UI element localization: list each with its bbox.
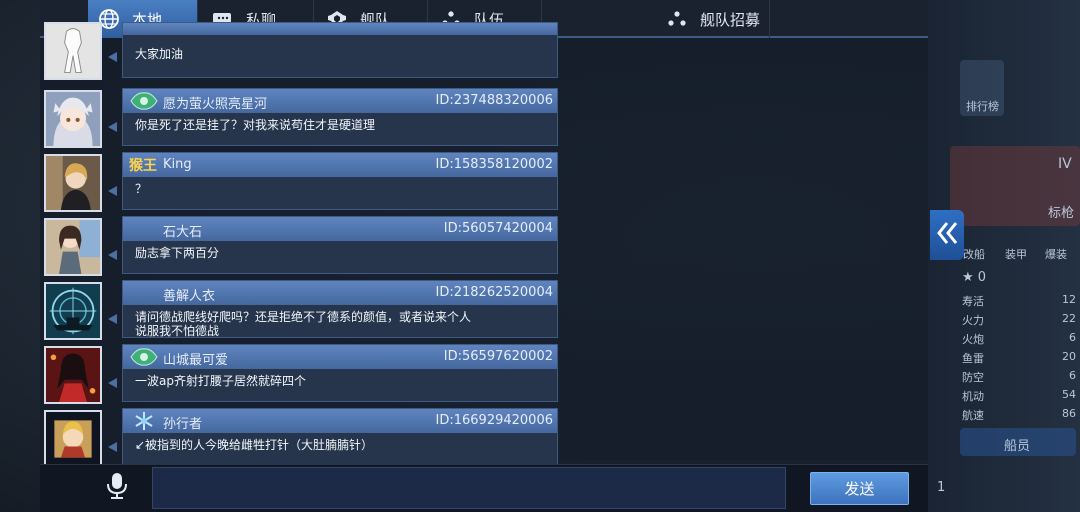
chat-message: 愿为萤火照亮星河 ID:237488320006 你是死了还是挂了？对我来说苟住… <box>40 88 560 152</box>
message-text: 大家加油 <box>135 47 184 61</box>
background-stat-row: 鱼雷 20 <box>956 349 1080 367</box>
background-stat-row: 火炮 6 <box>956 330 1080 348</box>
stat-name: 鱼雷 <box>962 352 984 365</box>
chat-message: 石大石 ID:56057420004 励志拿下两百分 <box>40 216 560 280</box>
sender-name[interactable]: King <box>163 157 192 172</box>
send-button[interactable]: 发送 <box>810 472 909 505</box>
bubble-pointer <box>108 52 117 62</box>
user-id: ID:56057420004 <box>443 221 553 236</box>
message-bubble: 愿为萤火照亮星河 ID:237488320006 你是死了还是挂了？对我来说苟住… <box>122 88 558 146</box>
bubble-pointer <box>108 186 117 196</box>
message-header: 孙行者 ID:166929420006 <box>123 409 557 433</box>
message-bubble: 猴王 King ID:158358120002 ？ <box>122 152 558 210</box>
background-side-label-2: 装甲 <box>1005 248 1027 261</box>
snowflake-badge-icon <box>129 411 159 431</box>
stat-name: 机动 <box>962 390 984 403</box>
background-side-label-1: 改船 <box>963 248 985 261</box>
collapse-chat-button[interactable] <box>930 210 964 260</box>
message-input[interactable] <box>152 467 786 509</box>
message-bubble: 山城最可爱 ID:56597620002 一波ap齐射打腰子居然就碎四个 <box>122 344 558 402</box>
message-text: 励志拿下两百分 <box>135 246 220 260</box>
sender-name[interactable]: 孙行者 <box>163 413 202 432</box>
stat-name: 火力 <box>962 314 984 327</box>
message-bubble: 石大石 ID:56057420004 励志拿下两百分 <box>122 216 558 274</box>
background-ranking-label: 排行榜 <box>966 100 999 113</box>
user-id: ID:158358120002 <box>435 157 553 172</box>
bubble-pointer <box>108 250 117 260</box>
message-text: ？ <box>135 182 148 196</box>
message-header: 愿为萤火照亮星河 ID:237488320006 <box>123 89 557 113</box>
background-ship-name: 标枪 <box>1048 206 1075 221</box>
stat-value: 6 <box>1069 331 1076 344</box>
stat-value: 54 <box>1062 388 1076 401</box>
monkey-king-title-badge: 猴王 <box>129 158 157 174</box>
bubble-pointer <box>108 122 117 132</box>
chat-message: 大家加油 <box>40 22 560 86</box>
background-page-number: 1 <box>937 480 946 495</box>
fleet-emblem-badge-icon <box>129 347 159 367</box>
tab-fleet-recruit[interactable]: 舰队招募 <box>542 0 770 38</box>
chat-message: 善解人衣 ID:218262520004 请问德战爬线好爬吗？还是拒绝不了德系的… <box>40 280 560 344</box>
user-id: ID:218262520004 <box>435 285 553 300</box>
avatar[interactable] <box>44 282 102 340</box>
avatar[interactable] <box>44 22 102 80</box>
stat-value: 12 <box>1062 293 1076 306</box>
message-text: 你是死了还是挂了？对我来说苟住才是硬道理 <box>135 118 376 132</box>
sender-name[interactable]: 石大石 <box>163 221 202 240</box>
background-ship-tier: IV <box>1058 156 1072 172</box>
message-header: 猴王 King ID:158358120002 <box>123 153 557 177</box>
background-star-value: 0 <box>977 270 987 285</box>
user-id: ID:56597620002 <box>443 349 553 364</box>
user-id: ID:166929420006 <box>435 413 553 428</box>
message-text: ↙被指到的人今晚给雌牲打针（大肚腩腩针） <box>135 438 374 452</box>
bubble-pointer <box>108 314 117 324</box>
message-text: 一波ap齐射打腰子居然就碎四个 <box>135 374 306 388</box>
message-text: 请问德战爬线好爬吗？还是拒绝不了德系的颜值，或者说来个人 说服我不怕德战 <box>135 310 472 338</box>
background-stat-row: 防空 6 <box>956 368 1080 386</box>
message-bubble: 孙行者 ID:166929420006 ↙被指到的人今晚给雌牲打针（大肚腩腩针） <box>122 408 558 466</box>
tab-fleet-recruit-label: 舰队招募 <box>700 10 761 29</box>
bubble-pointer <box>108 378 117 388</box>
message-header: 山城最可爱 ID:56597620002 <box>123 345 557 369</box>
avatar[interactable] <box>44 154 102 212</box>
chat-message: 山城最可爱 ID:56597620002 一波ap齐射打腰子居然就碎四个 <box>40 344 560 408</box>
stat-value: 86 <box>1062 407 1076 420</box>
background-stat-row: 航速 86 <box>956 406 1080 424</box>
sender-name[interactable]: 善解人衣 <box>163 285 215 304</box>
stat-name: 火炮 <box>962 333 984 346</box>
background-stat-row: 机动 54 <box>956 387 1080 405</box>
microphone-icon <box>105 471 129 505</box>
sender-name[interactable]: 愿为萤火照亮星河 <box>163 93 267 112</box>
double-chevron-left-icon <box>935 219 959 251</box>
message-header: 石大石 ID:56057420004 <box>123 217 557 241</box>
background-crew-label: 船员 <box>1004 439 1031 454</box>
stat-name: 防空 <box>962 371 984 384</box>
bubble-pointer <box>108 442 117 452</box>
message-bubble: 善解人衣 ID:218262520004 请问德战爬线好爬吗？还是拒绝不了德系的… <box>122 280 558 338</box>
message-header: 善解人衣 ID:218262520004 <box>123 281 557 305</box>
background-stat-row: 寿活 12 <box>956 292 1080 310</box>
message-bubble: 大家加油 <box>122 22 558 78</box>
avatar[interactable] <box>44 218 102 276</box>
stat-name: 航速 <box>962 409 984 422</box>
message-header <box>123 23 557 35</box>
team-dots-icon <box>666 8 688 30</box>
voice-input-button[interactable] <box>100 471 134 505</box>
chat-message: 孙行者 ID:166929420006 ↙被指到的人今晚给雌牲打针（大肚腩腩针） <box>40 408 560 472</box>
stat-name: 寿活 <box>962 295 984 308</box>
avatar[interactable] <box>44 90 102 148</box>
stat-value: 20 <box>1062 350 1076 363</box>
user-id: ID:237488320006 <box>435 93 553 108</box>
fleet-emblem-badge-icon <box>129 91 159 111</box>
background-stat-row: 火力 22 <box>956 311 1080 329</box>
chat-message: 猴王 King ID:158358120002 ？ <box>40 152 560 216</box>
stat-value: 6 <box>1069 369 1076 382</box>
avatar[interactable] <box>44 410 102 468</box>
stat-value: 22 <box>1062 312 1076 325</box>
background-star-count: ★ 0 <box>962 270 987 285</box>
avatar[interactable] <box>44 346 102 404</box>
background-side-label-3: 爆装 <box>1045 248 1067 261</box>
sender-name[interactable]: 山城最可爱 <box>163 349 228 368</box>
